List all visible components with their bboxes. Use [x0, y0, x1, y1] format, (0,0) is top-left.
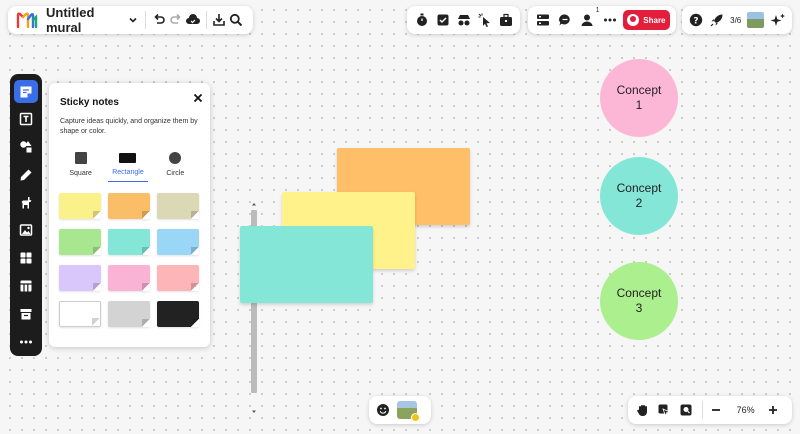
- templates-tool[interactable]: [14, 247, 38, 270]
- sticky-notes-panel: Sticky notes Capture ideas quickly, and …: [49, 83, 257, 413]
- timer-icon[interactable]: [412, 10, 432, 30]
- svg-text:?: ?: [693, 17, 698, 27]
- download-icon[interactable]: [211, 9, 228, 31]
- zoom-in-icon[interactable]: [765, 401, 782, 419]
- color-swatches: [59, 193, 201, 327]
- square-shape-icon: [74, 152, 87, 164]
- text-tool[interactable]: [14, 108, 38, 131]
- zoom-level[interactable]: 76%: [737, 405, 755, 415]
- member-count: 1: [595, 7, 600, 14]
- status-badge: [411, 413, 420, 422]
- color-swatch[interactable]: [157, 193, 199, 219]
- facilitation-toolbar: [407, 6, 520, 34]
- reactions-toolbar: [369, 396, 431, 424]
- outline-icon[interactable]: [534, 10, 552, 30]
- help-toolbar: ? 3/6: [682, 6, 792, 34]
- shape-tab-square[interactable]: Square: [61, 150, 101, 182]
- help-icon[interactable]: ?: [688, 11, 703, 29]
- share-button[interactable]: Share: [622, 10, 671, 30]
- sticky-note-tool[interactable]: [14, 80, 38, 103]
- concept-circle[interactable]: Concept 1: [600, 59, 678, 137]
- color-swatch[interactable]: [157, 301, 199, 327]
- icons-tool[interactable]: [14, 191, 38, 214]
- circle-shape-icon: [169, 152, 182, 164]
- search-icon[interactable]: [228, 9, 245, 31]
- concept-label: Concept 1: [616, 83, 662, 112]
- divider: [702, 401, 704, 419]
- color-swatch[interactable]: [157, 265, 199, 291]
- scroll-down-icon: [252, 410, 256, 413]
- divider: [205, 11, 207, 29]
- hand-pan-icon[interactable]: [634, 401, 651, 419]
- shape-tab-label: Rectangle: [112, 169, 144, 176]
- shape-tab-circle[interactable]: Circle: [155, 150, 195, 182]
- zoom-out-icon[interactable]: [707, 401, 724, 419]
- map-view-icon[interactable]: [677, 401, 694, 419]
- panel-description: Capture ideas quickly, and organize them…: [60, 118, 198, 135]
- left-toolbar: [10, 74, 42, 356]
- user-avatar[interactable]: [397, 401, 420, 422]
- share-label: Share: [643, 15, 666, 25]
- concept-circle[interactable]: Concept 2: [600, 157, 678, 235]
- undo-icon[interactable]: [150, 9, 167, 31]
- ai-sparkle-icon[interactable]: [770, 11, 786, 29]
- comments-icon[interactable]: [556, 10, 574, 30]
- shapes-tool[interactable]: [14, 136, 38, 159]
- user-avatar[interactable]: [747, 12, 764, 28]
- shape-tab-rectangle[interactable]: Rectangle: [107, 150, 148, 182]
- color-swatch[interactable]: [59, 265, 101, 291]
- more-options-icon[interactable]: [601, 10, 619, 30]
- mural-title[interactable]: Untitled mural: [46, 5, 114, 35]
- scroll-up-icon: [252, 203, 256, 206]
- close-icon[interactable]: [191, 91, 205, 105]
- cloud-saved-icon[interactable]: [185, 9, 202, 31]
- divider: [145, 11, 147, 29]
- image-tool[interactable]: [14, 219, 38, 242]
- shape-tab-label: Square: [69, 170, 92, 177]
- archive-tool[interactable]: [14, 302, 38, 325]
- concept-label: Concept 2: [616, 181, 662, 210]
- voting-checkbox-icon[interactable]: [433, 10, 453, 30]
- more-tools-icon[interactable]: [14, 330, 38, 353]
- shape-tabs: Square Rectangle Circle: [57, 150, 199, 182]
- shape-tab-label: Circle: [166, 170, 185, 177]
- panel-title: Sticky notes: [60, 97, 119, 108]
- sticky-note[interactable]: [240, 226, 373, 303]
- frameworks-tool[interactable]: [14, 275, 38, 298]
- color-swatch[interactable]: [108, 265, 150, 291]
- color-swatch[interactable]: [59, 193, 101, 219]
- color-swatch[interactable]: [59, 301, 101, 327]
- concept-label: Concept 3: [616, 286, 662, 315]
- select-tool-icon[interactable]: [655, 401, 672, 419]
- color-swatch[interactable]: [59, 229, 101, 255]
- chevron-down-icon[interactable]: [124, 9, 141, 31]
- collaboration-toolbar: 1 Share: [528, 6, 676, 34]
- pen-tool[interactable]: [14, 163, 38, 186]
- color-swatch[interactable]: [157, 229, 199, 255]
- concept-circle[interactable]: Concept 3: [600, 262, 678, 340]
- laser-pointer-icon[interactable]: [475, 10, 495, 30]
- onboarding-progress[interactable]: 3/6: [730, 16, 741, 25]
- emoji-icon[interactable]: [375, 402, 391, 418]
- members-icon[interactable]: 1: [578, 7, 600, 30]
- top-left-toolbar: Untitled mural: [8, 5, 253, 35]
- color-swatch[interactable]: [108, 193, 150, 219]
- toolbox-icon[interactable]: [496, 10, 516, 30]
- zoom-toolbar: 76%: [628, 396, 792, 424]
- rectangle-shape-icon: [119, 153, 137, 163]
- redo-icon[interactable]: [167, 9, 184, 31]
- share-user-icon: [627, 14, 640, 26]
- mural-logo-icon[interactable]: [16, 9, 38, 31]
- color-swatch[interactable]: [108, 301, 150, 327]
- rocket-icon[interactable]: [709, 11, 724, 29]
- color-swatch[interactable]: [108, 229, 150, 255]
- private-mode-icon[interactable]: [454, 10, 474, 30]
